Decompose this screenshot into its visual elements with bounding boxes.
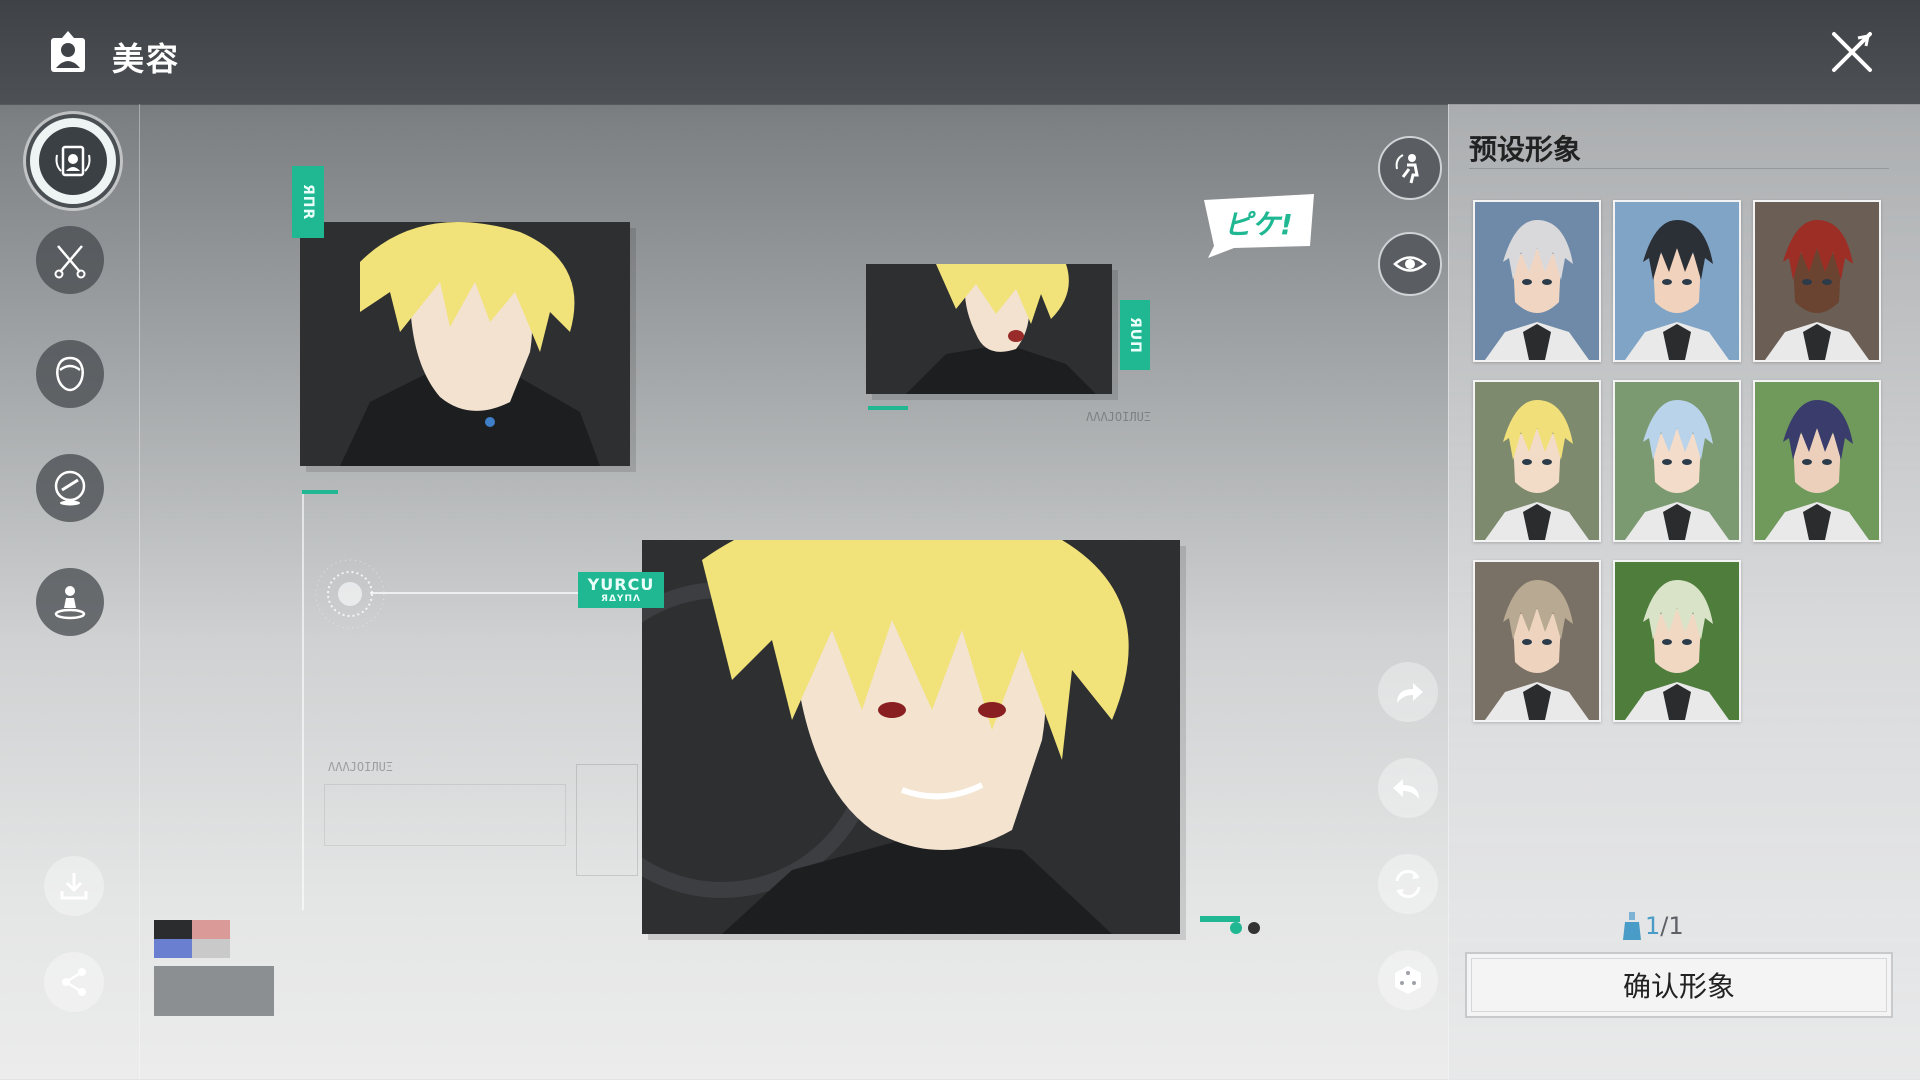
top-bar: 美容 [0, 0, 1920, 105]
portrait-front-view [642, 540, 1180, 934]
tag-top-right: ЯUΠ [1120, 300, 1150, 370]
makeup-icon [54, 470, 86, 506]
face-icon [56, 356, 84, 392]
preset-thumbnail [1475, 382, 1599, 540]
preset-thumbnail [1755, 382, 1879, 540]
preset-card[interactable] [1613, 200, 1741, 362]
rail-item-preset[interactable] [26, 114, 120, 208]
undo-icon [1393, 779, 1419, 799]
rail-item-pose[interactable] [36, 568, 104, 636]
rail-item-face[interactable] [36, 340, 104, 408]
preset-card[interactable] [1473, 200, 1601, 362]
undo-button[interactable] [1378, 758, 1438, 818]
character-motion-icon [1395, 154, 1419, 184]
portrait-frame-icon [51, 31, 85, 72]
rail-item-makeup[interactable] [36, 454, 104, 522]
preset-card[interactable] [1473, 380, 1601, 542]
tag-center-title: YURCU [587, 574, 655, 594]
deco-accent [868, 406, 908, 410]
tag-center: YURCU ЯΔYΠΛ [578, 572, 664, 608]
figure-pedestal-icon [54, 586, 86, 620]
redo-icon [1397, 683, 1423, 703]
deco-label-lower: ΛΛΛJOIЛUΞ [328, 760, 394, 774]
face-card-icon [55, 145, 91, 177]
share-icon [62, 968, 86, 996]
preset-card[interactable] [1473, 560, 1601, 722]
speech-bubble-text: ピケ! [1224, 208, 1293, 241]
download-icon [60, 873, 88, 900]
preset-thumbnail [1615, 562, 1739, 720]
reset-button[interactable] [1378, 854, 1438, 914]
tag-top-left: ЯΠR [292, 166, 324, 238]
download-button[interactable] [44, 856, 104, 916]
preset-card[interactable] [1753, 200, 1881, 362]
preset-title: 预设形象 [1469, 133, 1582, 166]
character-preview: ЯΠR ЯUΠ ΛΛΛJOIЛUΞ ピケ! YURCU ЯΔYΠΛ ΛΛΛJOI… [140, 104, 1448, 1080]
preset-thumbnail [1615, 202, 1739, 360]
preset-thumbnail [1475, 202, 1599, 360]
deco-panel [576, 764, 638, 876]
deco-line [302, 490, 304, 910]
preset-card[interactable] [1613, 560, 1741, 722]
preset-card[interactable] [1753, 380, 1881, 542]
deco-label: ΛΛΛJOIЛUΞ [1086, 410, 1152, 424]
category-rail [0, 104, 140, 1080]
randomize-button[interactable] [1378, 950, 1438, 1010]
sunburst-emblem [315, 559, 385, 629]
page-dot [1248, 922, 1260, 934]
page-title: 美容 [112, 40, 181, 78]
refresh-icon [1395, 869, 1421, 899]
deco-connector [370, 592, 610, 594]
redo-button[interactable] [1378, 662, 1438, 722]
share-button[interactable] [44, 952, 104, 1012]
count-total: /1 [1660, 912, 1684, 940]
speech-bubble: ピケ! [1204, 194, 1314, 258]
preset-card[interactable] [1613, 380, 1741, 542]
dice-icon [1395, 966, 1421, 994]
confirm-appearance-button[interactable]: 确认形象 [1465, 952, 1893, 1018]
scissors-comb-icon [54, 245, 86, 279]
badge-emblem [154, 966, 274, 1016]
preset-thumbnail [1475, 562, 1599, 720]
preset-panel: 预设形象 1/1 确认形象 [1448, 104, 1920, 1080]
preset-thumbnail [1615, 382, 1739, 540]
divider [1469, 168, 1889, 169]
pose-toggle-button[interactable] [1378, 136, 1442, 200]
potion-icon [1623, 912, 1641, 940]
tag-center-sub: ЯΔYΠΛ [601, 593, 641, 604]
deco-accent [302, 490, 338, 494]
eye-icon [1393, 256, 1427, 272]
visibility-toggle-button[interactable] [1378, 232, 1442, 296]
deco-panel [324, 784, 566, 846]
close-icon[interactable] [1830, 30, 1874, 74]
preset-thumbnail [1755, 202, 1879, 360]
preset-count: 1/1 [1645, 912, 1684, 940]
rail-item-hairstyle[interactable] [36, 226, 104, 294]
count-current: 1 [1645, 912, 1661, 940]
portrait-profile-view [866, 264, 1112, 394]
page-dot [1230, 922, 1242, 934]
portrait-side-view [300, 222, 630, 466]
color-swatch [154, 920, 230, 958]
